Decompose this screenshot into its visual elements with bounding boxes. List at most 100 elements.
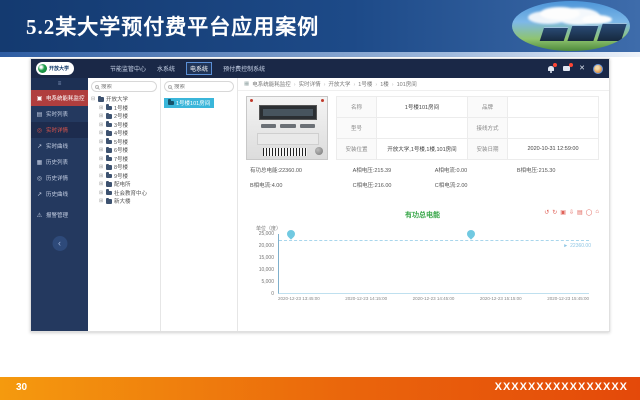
chart-tool-icon[interactable]: ↻ <box>552 209 557 216</box>
data-point-marker <box>465 228 477 240</box>
chart-tool-icon[interactable]: ▤ <box>577 209 583 216</box>
nav-item[interactable]: 电系统 <box>186 62 213 75</box>
tree2-search[interactable] <box>164 81 234 92</box>
tree-root-item[interactable]: ⊟ 开放大学 <box>91 95 157 104</box>
stat-value: A相电流:0.00 <box>434 168 468 174</box>
avatar[interactable] <box>593 63 603 74</box>
tree-item[interactable]: ⊞ 4号楼 <box>91 129 157 138</box>
message-icon[interactable] <box>563 62 574 73</box>
chart-tool-icon[interactable]: ▣ <box>560 209 566 216</box>
selected-room-item[interactable]: 1号楼101房间 <box>164 97 215 108</box>
sidebar-item-icon: ◎ <box>36 175 43 182</box>
search-input[interactable] <box>101 83 153 90</box>
solar-panels-photo <box>512 1 630 51</box>
sidebar-item[interactable]: ↗ 实时曲线 <box>31 138 88 154</box>
search-icon <box>95 84 99 89</box>
nav-item[interactable]: 水系统 <box>157 64 175 73</box>
chart-tool-icon[interactable]: ↺ <box>544 209 549 216</box>
folder-icon <box>98 95 104 102</box>
expander-icon[interactable]: ⊞ <box>99 122 104 128</box>
app-top-bar: 开放大学 节能监管中心 水系统 电系统 预付费控制系统 ✕ <box>31 59 609 78</box>
expander-icon[interactable]: ⊞ <box>99 130 104 136</box>
y-tick-label: 15,000 <box>258 255 274 261</box>
breadcrumb-segment[interactable]: 1号楼 <box>350 80 372 88</box>
x-tick-label: 2020-12-23 15:45:00 <box>547 296 589 301</box>
tree-item-label: 4号楼 <box>114 131 129 138</box>
app-logo[interactable]: 开放大学 <box>36 62 75 75</box>
tree-item[interactable]: ⊞ 5号楼 <box>91 138 157 147</box>
sidebar-item-label: 历史列表 <box>46 160 69 166</box>
nav-item[interactable]: 预付费控制系统 <box>223 64 265 73</box>
expander-icon[interactable]: ⊞ <box>99 105 104 111</box>
tree-item[interactable]: ⊞ 3号楼 <box>91 121 157 130</box>
tree-children: ⊞ 1号楼 ⊞ 2号楼 ⊞ 3号楼 ⊞ 4号楼 ⊞ 5号楼 ⊞ 6号楼 ⊞ 7号… <box>91 104 157 206</box>
expander-icon[interactable]: ⊞ <box>99 198 104 204</box>
sidebar-collapse-button[interactable]: ‹ <box>52 236 67 251</box>
building-tree-panel: ⊟ 开放大学 ⊞ 1号楼 <box>88 78 161 331</box>
breadcrumb-segment[interactable]: 电系统能耗监控 <box>252 80 291 88</box>
tree-item[interactable]: ⊞ 2号楼 <box>91 112 157 121</box>
sidebar-item-icon: ⚠ <box>36 212 43 219</box>
y-tick-label: 25,000 <box>258 231 274 237</box>
expander-icon[interactable]: ⊞ <box>99 156 104 162</box>
expander-icon[interactable]: ⊞ <box>99 181 104 187</box>
tree-item[interactable]: ⊞ 8号楼 <box>91 163 157 172</box>
breadcrumb-segment[interactable]: 实时详情 <box>291 80 321 88</box>
sidebar-item[interactable]: ↗ 历史曲线 <box>31 186 88 202</box>
message-badge <box>569 62 574 67</box>
meter-barcode <box>263 148 307 156</box>
search-input[interactable] <box>174 83 230 90</box>
sidebar-item-label: 电系统能耗监控 <box>46 96 85 102</box>
slide-title: 5.2某大学预付费平台应用案例 <box>26 15 320 39</box>
breadcrumb-segment[interactable]: 101房间 <box>389 80 417 88</box>
sidebar-item-icon: ↗ <box>36 191 43 198</box>
expander-icon[interactable]: ⊞ <box>99 139 104 145</box>
stat-value: 有功总电能:22360.00 <box>250 168 302 174</box>
fullscreen-icon[interactable]: ✕ <box>579 65 585 73</box>
folder-icon <box>106 172 112 178</box>
expander-icon[interactable]: ⊞ <box>99 147 104 153</box>
tree-item-label: 8号楼 <box>114 165 129 172</box>
slide: 5.2某大学预付费平台应用案例 开放大学 节能监管中心 水系统 电系统 预付费控制系统 <box>0 0 640 400</box>
nav-item[interactable]: 节能监管中心 <box>110 64 146 73</box>
search-icon <box>168 84 172 89</box>
chart-toolbar: ↺ ↻ ▣ ⇩ ▤ ◯ ⌂ <box>544 209 599 216</box>
tree-item[interactable]: ⊞ 7号楼 <box>91 155 157 164</box>
sidebar-item[interactable]: ▣ 电系统能耗监控 <box>31 90 88 106</box>
tree-item[interactable]: ⊞ 社会教育中心 <box>91 189 157 198</box>
expander-icon[interactable]: ⊞ <box>99 164 104 170</box>
data-point-marker <box>285 228 298 240</box>
device-info-section: 名称 1号楼101房间 品牌 型号 接线方式 安装位置 开放大学,1号楼,1楼,… <box>246 96 599 160</box>
expander-icon[interactable]: ⊟ <box>91 96 96 102</box>
device-table-value: 1号楼101房间 <box>377 97 468 118</box>
sidebar-item[interactable]: ◎ 实时详情 <box>31 122 88 138</box>
sidebar-item[interactable]: ⚠ 报警管理 <box>31 207 88 223</box>
expander-icon[interactable]: ⊞ <box>99 113 104 119</box>
tree-item[interactable]: ⊞ 6号楼 <box>91 146 157 155</box>
meter-photo <box>246 96 328 160</box>
slide-header: 5.2某大学预付费平台应用案例 <box>0 0 640 52</box>
breadcrumb-segment[interactable]: 开放大学 <box>321 80 350 88</box>
chart-tool-icon[interactable]: ⌂ <box>595 209 599 216</box>
sidebar-item[interactable]: ◎ 历史详情 <box>31 170 88 186</box>
folder-icon <box>106 138 112 144</box>
sidebar-item-icon: ▤ <box>36 111 43 118</box>
expander-icon[interactable]: ⊞ <box>99 173 104 179</box>
sidebar-item-label: 实时详情 <box>46 128 69 134</box>
sidebar-item[interactable]: ▤ 实时列表 <box>31 106 88 122</box>
breadcrumb-segment[interactable]: 1楼 <box>372 80 389 88</box>
tree-item-label: 社会教育中心 <box>114 190 148 197</box>
sidebar-item[interactable]: ▦ 历史列表 <box>31 154 88 170</box>
tree-item[interactable]: ⊞ 9号楼 <box>91 172 157 181</box>
chart-tool-icon[interactable]: ⇩ <box>569 209 574 216</box>
tree-item[interactable]: ⊞ 配电所 <box>91 180 157 189</box>
chart-tool-icon[interactable]: ◯ <box>586 209 593 216</box>
device-table-value: 2020-10-31 12:59:00 <box>508 139 599 160</box>
tree-item[interactable]: ⊞ 1号楼 <box>91 104 157 113</box>
sidebar-menu-icon[interactable]: ≡ <box>31 78 88 90</box>
bell-icon[interactable] <box>547 62 558 73</box>
sidebar-item-icon: ↗ <box>36 143 43 150</box>
expander-icon[interactable]: ⊞ <box>99 190 104 196</box>
tree1-search[interactable] <box>91 81 157 92</box>
tree-item[interactable]: ⊞ 新大楼 <box>91 197 157 206</box>
